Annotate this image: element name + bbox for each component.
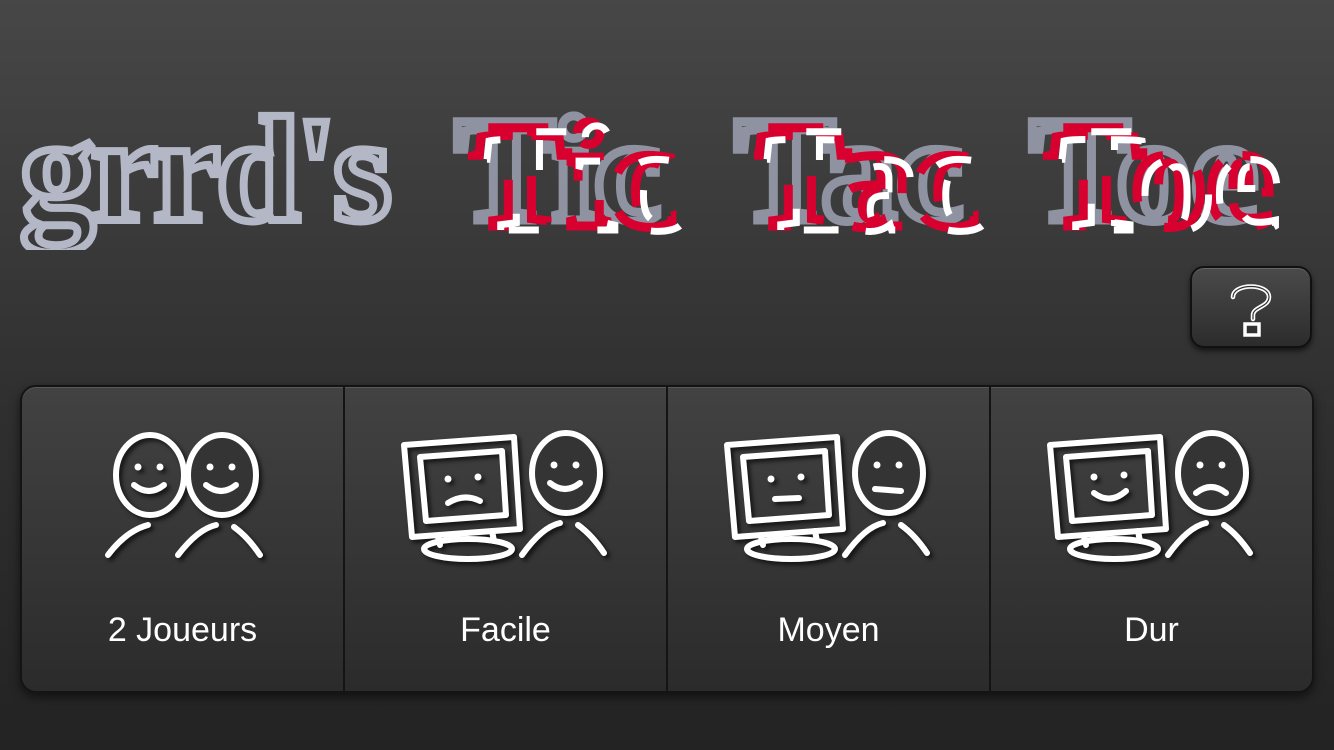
logo-word-toe: Toe Toe Toe: [1026, 83, 1285, 251]
question-mark-icon: [1230, 284, 1272, 337]
mode-two-players-button[interactable]: 2 Joueurs: [22, 387, 345, 691]
logo-owner-text: grrd's: [20, 87, 388, 250]
logo-word-tac-white: Tac: [758, 97, 986, 250]
mode-easy-label: Facile: [460, 611, 551, 649]
computer-hard-icon: [1046, 430, 1253, 562]
mode-easy-button[interactable]: Facile: [345, 387, 668, 691]
mode-medium-button[interactable]: Moyen: [668, 387, 991, 691]
computer-easy-icon: [400, 430, 607, 562]
help-button[interactable]: [1190, 266, 1312, 348]
game-mode-panel: 2 Joueurs Facile Moyen Dur: [20, 385, 1314, 693]
mode-hard-label: Dur: [1124, 611, 1179, 649]
logo-word-tic: Tic Tic Tic: [451, 83, 688, 251]
game-logo-art: grrd's Tic Tic Tic Tac Tac Tac Toe Toe T…: [16, 83, 1285, 251]
mode-two-players-label: 2 Joueurs: [107, 611, 258, 649]
logo-word-tac: Tac Tac Tac: [731, 83, 990, 251]
game-logo: grrd's Tic Tic Tic Tac Tac Tac Toe Toe T…: [0, 40, 1334, 251]
computer-medium-icon: [723, 430, 930, 562]
logo-word-toe-white: Toe: [1053, 97, 1281, 250]
mode-medium-label: Moyen: [777, 611, 880, 649]
mode-hard-button[interactable]: Dur: [991, 387, 1312, 691]
two-players-icon: [104, 432, 263, 558]
logo-word-tic-white: Tic: [478, 97, 684, 250]
